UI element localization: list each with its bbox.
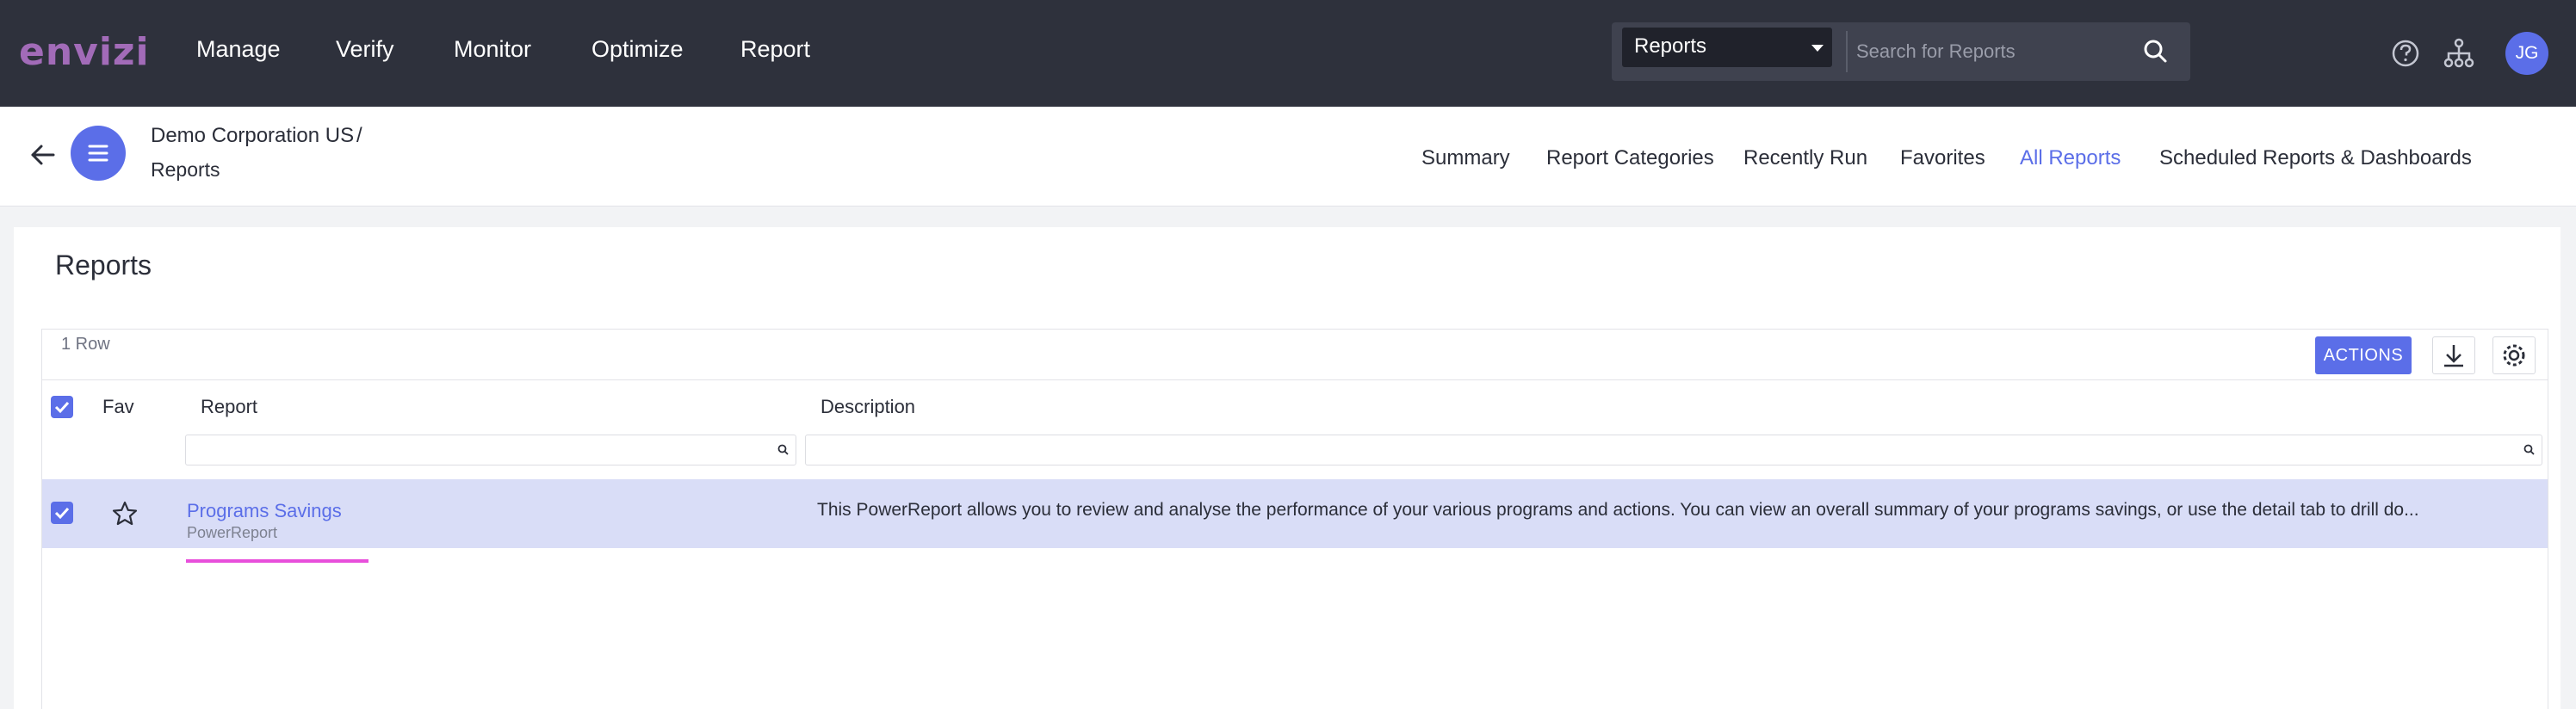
hierarchy-icon[interactable] xyxy=(2440,34,2478,72)
table-row[interactable]: Programs Savings PowerReport This PowerR… xyxy=(42,479,2548,548)
breadcrumb-current: Reports xyxy=(151,158,220,181)
breadcrumb-separator: / xyxy=(356,124,362,147)
search-scope-value: Reports xyxy=(1634,34,1707,58)
tab-scheduled-reports-dashboards[interactable]: Scheduled Reports & Dashboards xyxy=(2159,146,2472,170)
tab-all-reports[interactable]: All Reports xyxy=(2020,146,2121,170)
tab-summary[interactable]: Summary xyxy=(1421,146,1510,170)
column-header-fav[interactable]: Fav xyxy=(102,396,134,418)
search-divider xyxy=(1846,31,1848,72)
search-icon[interactable] xyxy=(2139,34,2173,69)
download-button[interactable] xyxy=(2432,336,2475,374)
nav-monitor[interactable]: Monitor xyxy=(454,36,531,63)
nav-manage[interactable]: Manage xyxy=(196,36,281,63)
reports-grid: 1 Row ACTIONS Fav Report Description Pro… xyxy=(41,329,2548,709)
report-type: PowerReport xyxy=(187,524,278,541)
top-navigation-bar: envizi Manage Verify Monitor Optimize Re… xyxy=(0,0,2576,107)
envizi-logo[interactable]: envizi xyxy=(19,26,150,77)
report-description: This PowerReport allows you to review an… xyxy=(817,500,2419,520)
row-checkbox[interactable] xyxy=(51,502,73,524)
actions-button[interactable]: ACTIONS xyxy=(2315,336,2412,374)
global-search: Reports xyxy=(1612,22,2190,81)
breadcrumb-organization[interactable]: Demo Corporation US xyxy=(151,124,354,148)
search-scope-select[interactable]: Reports xyxy=(1622,28,1832,67)
reports-card: Reports 1 Row ACTIONS Fav Report Descrip… xyxy=(14,227,2561,709)
highlight-underline xyxy=(186,559,368,563)
tab-recently-run[interactable]: Recently Run xyxy=(1743,146,1867,170)
chevron-down-icon xyxy=(1811,45,1824,52)
row-count: 1 Row xyxy=(61,335,110,354)
nav-verify[interactable]: Verify xyxy=(336,36,394,63)
help-icon[interactable] xyxy=(2387,34,2424,72)
tab-favorites[interactable]: Favorites xyxy=(1900,146,1985,170)
page-header: Demo Corporation US / Reports Summary Re… xyxy=(0,107,2576,207)
search-icon xyxy=(777,444,789,455)
report-filter-input[interactable] xyxy=(185,435,796,465)
column-header-description[interactable]: Description xyxy=(820,396,915,418)
column-header-report[interactable]: Report xyxy=(201,396,257,418)
page-title: Reports xyxy=(55,250,152,281)
search-icon xyxy=(2523,444,2535,455)
settings-button[interactable] xyxy=(2492,336,2536,374)
nav-optimize[interactable]: Optimize xyxy=(591,36,684,63)
back-arrow-icon[interactable] xyxy=(26,138,60,172)
description-filter-input[interactable] xyxy=(805,435,2542,465)
report-name-link[interactable]: Programs Savings xyxy=(187,500,342,522)
tab-report-categories[interactable]: Report Categories xyxy=(1546,146,1714,170)
star-icon[interactable] xyxy=(111,500,139,527)
avatar[interactable]: JG xyxy=(2505,32,2548,75)
select-all-checkbox[interactable] xyxy=(51,396,73,418)
check-icon xyxy=(54,401,70,414)
download-icon xyxy=(2444,345,2463,367)
nav-report[interactable]: Report xyxy=(740,36,810,63)
gear-icon xyxy=(2503,344,2525,367)
menu-button[interactable] xyxy=(71,126,126,181)
grid-header-row: Fav Report Description xyxy=(42,379,2548,431)
hamburger-icon xyxy=(88,145,108,162)
search-input[interactable] xyxy=(1856,34,2123,69)
check-icon xyxy=(54,507,70,520)
